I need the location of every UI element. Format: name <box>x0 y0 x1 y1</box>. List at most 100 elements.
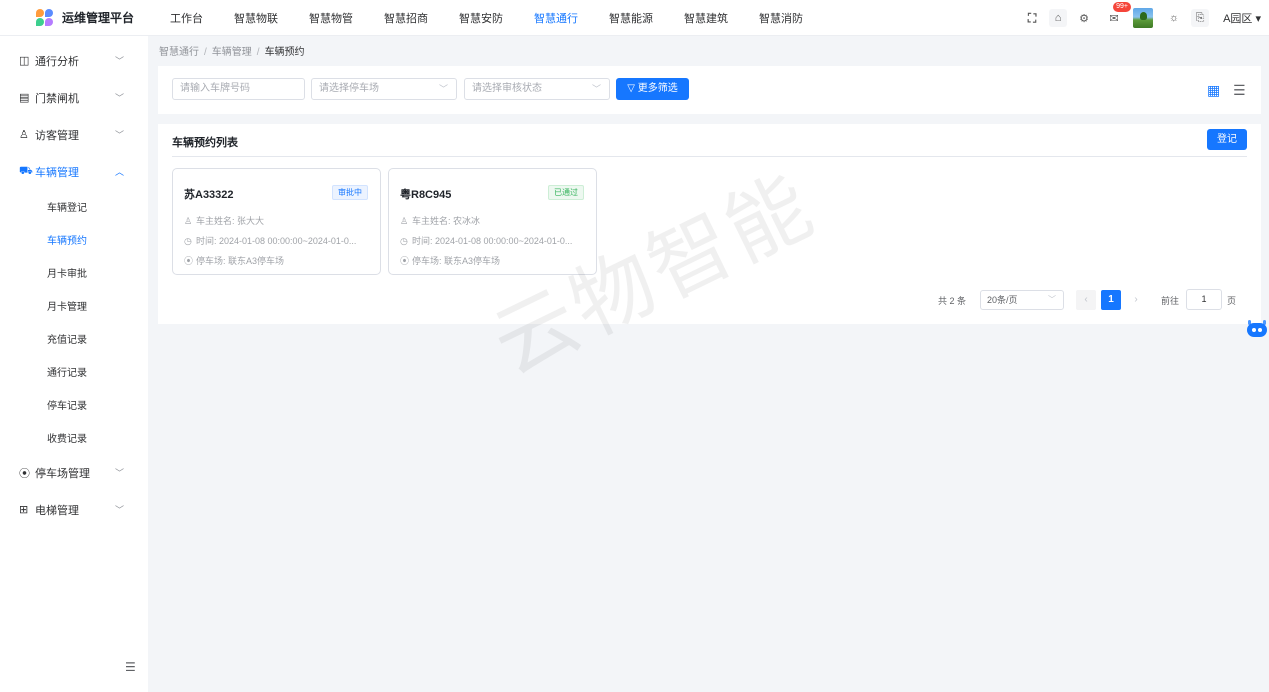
more-filters-button[interactable]: ▽ 更多筛选 <box>616 78 689 100</box>
sidebar-group-label: 通行分析 <box>35 55 79 68</box>
sidebar-group-label: 停车场管理 <box>35 467 90 480</box>
breadcrumb-current: 车辆预约 <box>264 47 305 58</box>
parking-lot-select[interactable]: 请选择停车场 ﹀ <box>311 78 457 100</box>
more-filters-label: 更多筛选 <box>637 83 678 94</box>
car-icon: ⛟ <box>19 164 33 177</box>
chart-icon: ◫ <box>19 55 30 67</box>
top-nav: 工作台 智慧物联 智慧物管 智慧招商 智慧安防 智慧通行 智慧能源 智慧建筑 智… <box>170 10 834 26</box>
status-badge: 审批中 <box>332 185 368 200</box>
avatar[interactable] <box>1133 8 1154 28</box>
divider <box>172 156 1247 157</box>
nav-item-building[interactable]: 智慧建筑 <box>684 10 728 26</box>
sidebar-group-parking-lot[interactable]: ⦿ 停车场管理 ﹀ <box>0 454 148 491</box>
elevator-icon: ⊞ <box>19 504 29 516</box>
chevron-down-icon: ﹀ <box>114 130 124 140</box>
grid-view-icon[interactable]: ▦ <box>1207 82 1220 98</box>
collapse-menu-icon[interactable]: ☰ <box>125 660 136 674</box>
nav-item-workbench[interactable]: 工作台 <box>170 10 203 26</box>
header-tools: ⛶ ⌂ ⚙ ✉ 99+ ☼ ⎘ A园区 ▾ <box>1015 0 1261 36</box>
fullscreen-icon[interactable]: ⛶ <box>1023 9 1041 27</box>
plate-number: 粤R8C945 <box>400 189 452 201</box>
mail-icon[interactable]: ✉ 99+ <box>1105 2 1131 27</box>
parking-lot-placeholder: 请选择停车场 <box>319 83 379 94</box>
sidebar-group-gate[interactable]: ▤ 门禁闸机 ﹀ <box>0 79 148 116</box>
sidebar-item-vehicle-register[interactable]: 车辆登记 <box>0 190 148 223</box>
nav-item-property[interactable]: 智慧物管 <box>309 10 353 26</box>
reservation-time: 时间: 2024-01-08 00:00:00~2024-01-0... <box>196 236 357 246</box>
clock-icon: ◷ <box>400 236 408 246</box>
sidebar-item-fee-records[interactable]: 收费记录 <box>0 421 148 454</box>
register-button[interactable]: 登记 <box>1207 129 1247 150</box>
brand-title: 运维管理平台 <box>62 11 135 25</box>
breadcrumb: 智慧通行 / 车辆管理 / 车辆预约 <box>159 47 305 58</box>
reservation-time: 时间: 2024-01-08 00:00:00~2024-01-0... <box>412 236 573 246</box>
reservation-list-panel: 车辆预约列表 登记 苏A33322 审批中 ♙ 车主姓名: 张大大 ◷ 时间: 20… <box>158 124 1261 324</box>
sidebar-group-label: 电梯管理 <box>35 504 79 517</box>
location-icon: ⦿ <box>400 256 410 266</box>
prev-page-button[interactable]: ‹ <box>1076 290 1096 310</box>
sidebar-group-label: 车辆管理 <box>35 166 79 179</box>
settings-icon[interactable]: ⚙ <box>1075 9 1093 27</box>
assistant-robot-icon[interactable] <box>1246 320 1268 340</box>
breadcrumb-item[interactable]: 车辆管理 <box>212 47 252 58</box>
owner-name: 车主姓名: 农冰冰 <box>412 216 481 226</box>
user-icon: ♙ <box>184 216 193 226</box>
area-selector[interactable]: A园区 ▾ <box>1223 10 1261 26</box>
reservation-card[interactable]: 粤R8C945 已通过 ♙ 车主姓名: 农冰冰 ◷ 时间: 2024-01-08 0… <box>388 168 597 275</box>
pagination-total: 共 2 条 <box>938 296 967 306</box>
sidebar-item-monthly-card[interactable]: 月卡管理 <box>0 289 148 322</box>
breadcrumb-item[interactable]: 智慧通行 <box>159 47 199 58</box>
chevron-down-icon: ﹀ <box>114 93 124 103</box>
chevron-down-icon: ﹀ <box>438 84 448 94</box>
nav-item-fire[interactable]: 智慧消防 <box>759 10 803 26</box>
page-size-value: 20条/页 <box>987 295 1018 305</box>
sidebar-group-visitor[interactable]: ♙ 访客管理 ﹀ <box>0 116 148 153</box>
chevron-down-icon: ﹀ <box>591 84 601 94</box>
reservation-card[interactable]: 苏A33322 审批中 ♙ 车主姓名: 张大大 ◷ 时间: 2024-01-08 0… <box>172 168 381 275</box>
chevron-down-icon: ﹀ <box>1048 295 1056 304</box>
sidebar-item-parking-records[interactable]: 停车记录 <box>0 388 148 421</box>
chevron-down-icon: ﹀ <box>114 468 124 478</box>
nav-item-investment[interactable]: 智慧招商 <box>384 10 428 26</box>
chevron-down-icon: ﹀ <box>114 505 124 515</box>
owner-name: 车主姓名: 张大大 <box>196 216 265 226</box>
nav-item-traffic[interactable]: 智慧通行 <box>534 10 578 26</box>
exit-icon[interactable]: ⎘ <box>1191 9 1210 27</box>
sidebar-item-pass-records[interactable]: 通行记录 <box>0 355 148 388</box>
plate-number: 苏A33322 <box>184 189 234 201</box>
nav-item-iot[interactable]: 智慧物联 <box>234 10 278 26</box>
nav-item-security[interactable]: 智慧安防 <box>459 10 503 26</box>
filter-panel: 请输入车牌号码 请选择停车场 ﹀ 请选择审核状态 ﹀ ▽ 更多筛选 ▦ ☰ <box>158 66 1261 114</box>
sidebar-group-vehicle[interactable]: ⛟ 车辆管理 ︿ <box>0 153 148 190</box>
sidebar-item-monthly-approval[interactable]: 月卡审批 <box>0 256 148 289</box>
page-number-current[interactable]: 1 <box>1101 290 1121 310</box>
visitor-icon: ♙ <box>19 129 29 141</box>
goto-page-input[interactable]: 1 <box>1186 289 1222 310</box>
brand[interactable]: 运维管理平台 <box>0 8 148 27</box>
sidebar: ◫ 通行分析 ﹀ ▤ 门禁闸机 ﹀ ♙ 访客管理 ﹀ ⛟ 车辆管理 ︿ 车辆登记… <box>0 36 148 692</box>
goto-unit: 页 <box>1227 296 1237 306</box>
plate-number-input[interactable]: 请输入车牌号码 <box>172 78 305 100</box>
chevron-down-icon: ﹀ <box>114 56 124 66</box>
audit-status-placeholder: 请选择审核状态 <box>472 83 542 94</box>
location-icon: ⦿ <box>19 467 30 480</box>
area-label: A园区 <box>1223 13 1253 25</box>
top-bar: 运维管理平台 工作台 智慧物联 智慧物管 智慧招商 智慧安防 智慧通行 智慧能源… <box>0 0 1269 36</box>
sidebar-item-vehicle-reservation[interactable]: 车辆预约 <box>0 223 148 256</box>
list-view-icon[interactable]: ☰ <box>1233 82 1246 98</box>
home-icon[interactable]: ⌂ <box>1049 9 1068 27</box>
brand-logo-icon <box>36 8 54 27</box>
sidebar-item-recharge-records[interactable]: 充值记录 <box>0 322 148 355</box>
clock-icon: ◷ <box>184 236 192 246</box>
location-icon: ⦿ <box>184 256 194 266</box>
sidebar-group-label: 访客管理 <box>35 129 79 142</box>
next-page-button[interactable]: › <box>1126 290 1146 310</box>
notification-badge: 99+ <box>1113 2 1131 12</box>
user-icon: ♙ <box>400 216 409 226</box>
page-size-select[interactable]: 20条/页 ﹀ <box>980 290 1064 310</box>
theme-icon[interactable]: ☼ <box>1165 9 1183 27</box>
sidebar-group-traffic-analysis[interactable]: ◫ 通行分析 ﹀ <box>0 42 148 79</box>
sidebar-group-elevator[interactable]: ⊞ 电梯管理 ﹀ <box>0 491 148 528</box>
nav-item-energy[interactable]: 智慧能源 <box>609 10 653 26</box>
audit-status-select[interactable]: 请选择审核状态 ﹀ <box>464 78 610 100</box>
